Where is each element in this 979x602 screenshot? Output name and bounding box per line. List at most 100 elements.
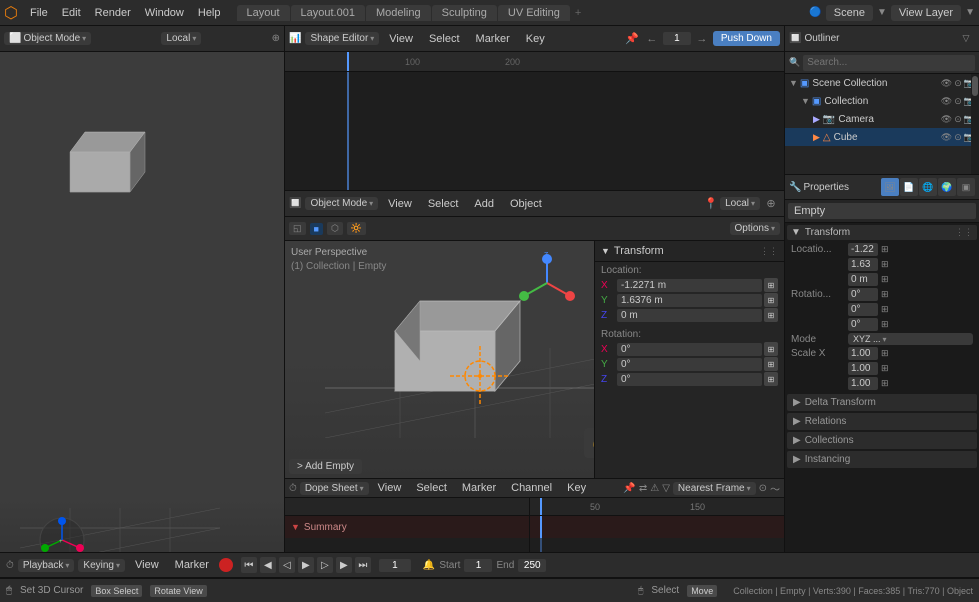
tl-channel-menu[interactable]: Channel	[505, 480, 558, 496]
col-eye-icon[interactable]: 👁	[941, 96, 952, 107]
props-mode-dropdown[interactable]: XYZ ... ▾	[848, 333, 973, 345]
outliner-camera[interactable]: ▶ 📷 Camera 👁 ⊙ 📷	[785, 110, 979, 128]
shape-editor-content[interactable]	[285, 72, 784, 190]
tl-view-menu[interactable]: View	[372, 480, 408, 496]
col-sel-icon[interactable]: ⊙	[954, 96, 962, 107]
rot-x-input[interactable]: 0°	[617, 343, 762, 356]
next-frame-btn[interactable]: ▶	[336, 557, 352, 573]
main-3d-viewport[interactable]: User Perspective (1) Collection | Empty	[285, 241, 784, 478]
shape-key-editor-dropdown[interactable]: Shape Editor ▾	[305, 32, 379, 45]
next-keyframe-btn[interactable]: ▷	[317, 557, 333, 573]
frame-start-input[interactable]: 1	[464, 559, 492, 572]
record-btn[interactable]	[219, 558, 233, 572]
tab-layout001[interactable]: Layout.001	[291, 5, 365, 21]
sc-select-icon[interactable]: ⊙	[954, 78, 962, 89]
tl-marker-menu[interactable]: Marker	[456, 480, 502, 496]
props-tab-render[interactable]: 🖼	[881, 178, 899, 196]
vp-extra-icon[interactable]: ⊕	[762, 195, 780, 213]
props-scale-z[interactable]: 1.00	[848, 377, 878, 390]
tl-funnel-icon[interactable]: ▽	[662, 483, 670, 494]
props-tab-output[interactable]: 📄	[900, 178, 918, 196]
jump-end-btn[interactable]: ⏭	[355, 557, 371, 573]
shape-marker-menu[interactable]: Marker	[470, 31, 516, 47]
tl-filter-icon[interactable]: ⚠	[650, 483, 659, 494]
props-scale-y-lock[interactable]: ⊞	[881, 363, 889, 374]
vp-object-menu[interactable]: Object	[504, 196, 548, 212]
vp-local-dropdown[interactable]: Local ▾	[720, 197, 760, 210]
loc-x-input[interactable]: -1.2271 m	[617, 279, 762, 292]
props-tab-object[interactable]: ▣	[957, 178, 975, 196]
collections-section[interactable]: ▶ Collections	[787, 432, 977, 449]
rot-y-lock-icon[interactable]: ⊞	[764, 357, 778, 371]
status-box-select-btn[interactable]: Box Select	[91, 585, 142, 597]
loc-x-lock-icon[interactable]: ⊞	[764, 278, 778, 292]
props-rot-z-lock[interactable]: ⊞	[881, 319, 889, 330]
loc-z-input[interactable]: 0 m	[617, 309, 762, 322]
tab-uv-editing[interactable]: UV Editing	[498, 5, 570, 21]
tab-sculpting[interactable]: Sculpting	[432, 5, 497, 21]
outliner-cube[interactable]: ▶ △ Cube 👁 ⊙ 📷	[785, 128, 979, 146]
status-move-btn[interactable]: Move	[687, 585, 717, 597]
viewport-shading-left[interactable]: Local ▾	[161, 32, 201, 45]
cube-sel-icon[interactable]: ⊙	[954, 132, 962, 143]
props-rot-x-lock[interactable]: ⊞	[881, 289, 889, 300]
props-rot-z[interactable]: 0°	[848, 318, 878, 331]
playback-view-menu[interactable]: View	[129, 557, 165, 573]
current-frame-display[interactable]: 1	[379, 559, 411, 572]
playback-dropdown[interactable]: Playback ▾	[18, 559, 75, 572]
vp-view-menu[interactable]: View	[382, 196, 418, 212]
props-scale-y[interactable]: 1.00	[848, 362, 878, 375]
relations-section[interactable]: ▶ Relations	[787, 413, 977, 430]
cam-sel-icon[interactable]: ⊙	[954, 114, 962, 125]
play-btn[interactable]: ▶	[298, 557, 314, 573]
dope-sheet-dropdown[interactable]: Dope Sheet ▾	[300, 482, 369, 495]
shape-arrow-right-icon[interactable]: →	[693, 30, 711, 48]
tl-select-menu[interactable]: Select	[410, 480, 453, 496]
shape-pin-icon[interactable]: 📌	[623, 30, 641, 48]
keying-dropdown[interactable]: Keying ▾	[78, 559, 125, 572]
transform-collapse-icon[interactable]: ▼	[601, 246, 610, 256]
loc-y-input[interactable]: 1.6376 m	[617, 294, 762, 307]
props-loc-z-lock[interactable]: ⊞	[881, 274, 889, 285]
rot-y-input[interactable]: 0°	[617, 358, 762, 371]
shape-view-menu[interactable]: View	[383, 31, 419, 47]
shape-frame-input[interactable]: 1	[663, 32, 691, 45]
menu-help[interactable]: Help	[192, 5, 227, 21]
rot-x-lock-icon[interactable]: ⊞	[764, 342, 778, 356]
scene-dropdown[interactable]: Scene	[826, 5, 873, 21]
cam-eye-icon[interactable]: 👁	[941, 114, 952, 125]
push-down-btn[interactable]: Push Down	[713, 31, 780, 46]
vp-icon-solid[interactable]: ■	[310, 223, 323, 235]
shape-select-menu[interactable]: Select	[423, 31, 466, 47]
props-scale-x[interactable]: 1.00	[848, 347, 878, 360]
vp-select-menu[interactable]: Select	[422, 196, 465, 212]
transform-props-header[interactable]: ▼ Transform ⋮⋮	[787, 225, 977, 240]
tl-wave-icon[interactable]: 〜	[770, 481, 780, 496]
props-loc-x[interactable]: -1.22	[848, 243, 878, 256]
vp-options-btn[interactable]: Options ▾	[730, 222, 780, 235]
props-scale-x-lock[interactable]: ⊞	[881, 348, 889, 359]
menu-window[interactable]: Window	[139, 5, 190, 21]
tab-layout[interactable]: Layout	[237, 5, 290, 21]
props-rot-x[interactable]: 0°	[848, 288, 878, 301]
props-tab-world[interactable]: 🌍	[938, 178, 956, 196]
interaction-mode-left[interactable]: ⬜ Object Mode ▾	[4, 32, 91, 45]
viewport-mode-dropdown[interactable]: Object Mode ▾	[305, 197, 378, 210]
tl-key-menu[interactable]: Key	[561, 480, 592, 496]
shape-key-menu[interactable]: Key	[520, 31, 551, 47]
props-loc-y[interactable]: 1.63	[848, 258, 878, 271]
props-loc-y-lock[interactable]: ⊞	[881, 259, 889, 270]
add-empty-btn[interactable]: > Add Empty	[289, 459, 362, 474]
blender-logo-icon[interactable]: ⬡	[4, 3, 18, 23]
props-scale-z-lock[interactable]: ⊞	[881, 378, 889, 389]
outliner-v-scrollbar[interactable]	[971, 74, 979, 174]
props-tab-scene[interactable]: 🌐	[919, 178, 937, 196]
props-rot-y-lock[interactable]: ⊞	[881, 304, 889, 315]
prev-frame-btn[interactable]: ◀	[260, 557, 276, 573]
jump-start-btn[interactable]: ⏮	[241, 557, 257, 573]
left-3d-viewport[interactable]: +	[0, 52, 284, 578]
vp-add-menu[interactable]: Add	[468, 196, 500, 212]
tab-modeling[interactable]: Modeling	[366, 5, 431, 21]
outliner-scene-collection[interactable]: ▼ ▣ Scene Collection 👁 ⊙ 📷	[785, 74, 979, 92]
sc-eye-icon[interactable]: 👁	[941, 78, 952, 89]
